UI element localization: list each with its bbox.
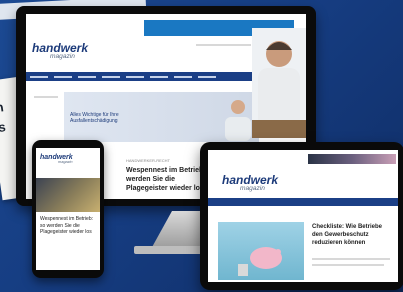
piggy-bank-icon	[238, 247, 282, 276]
tablet-nav	[208, 198, 398, 206]
tablet-screen: handwerk magazin Checkliste: Wie Betrieb…	[208, 150, 398, 282]
tablet-text-line	[312, 258, 390, 260]
sidebar-line	[34, 96, 58, 98]
tablet-article-title[interactable]: Checkliste: Wie Betriebe den Gewerbeschu…	[312, 224, 392, 247]
tablet: handwerk magazin Checkliste: Wie Betrieb…	[200, 142, 403, 290]
phone-logo: handwerk magazin	[40, 154, 73, 165]
tablet-top-ad	[308, 154, 396, 164]
monitor-logo: handwerk magazin	[32, 42, 88, 61]
phone-article-title[interactable]: Wespennest im Betrieb: so werden Sie die…	[40, 216, 96, 236]
smartphone: handwerk magazin Wespennest im Betrieb: …	[32, 140, 104, 278]
person-image	[252, 28, 306, 138]
tablet-logo: handwerk magazin	[222, 174, 278, 193]
phone-screen: handwerk magazin Wespennest im Betrieb: …	[36, 148, 100, 270]
monitor-search-bar	[196, 44, 251, 46]
monitor-ad-banner: Alles Wichtige für Ihre Ausfallentschädi…	[64, 92, 259, 142]
tablet-text-line	[312, 264, 384, 266]
article-kicker: HANDWERKER-RECHT	[126, 158, 170, 163]
phone-logo-sub: magazin	[58, 160, 73, 164]
tablet-article-image	[218, 222, 304, 280]
banner-text: Alles Wichtige für Ihre Ausfallentschädi…	[70, 112, 119, 124]
phone-article-image	[36, 178, 100, 212]
